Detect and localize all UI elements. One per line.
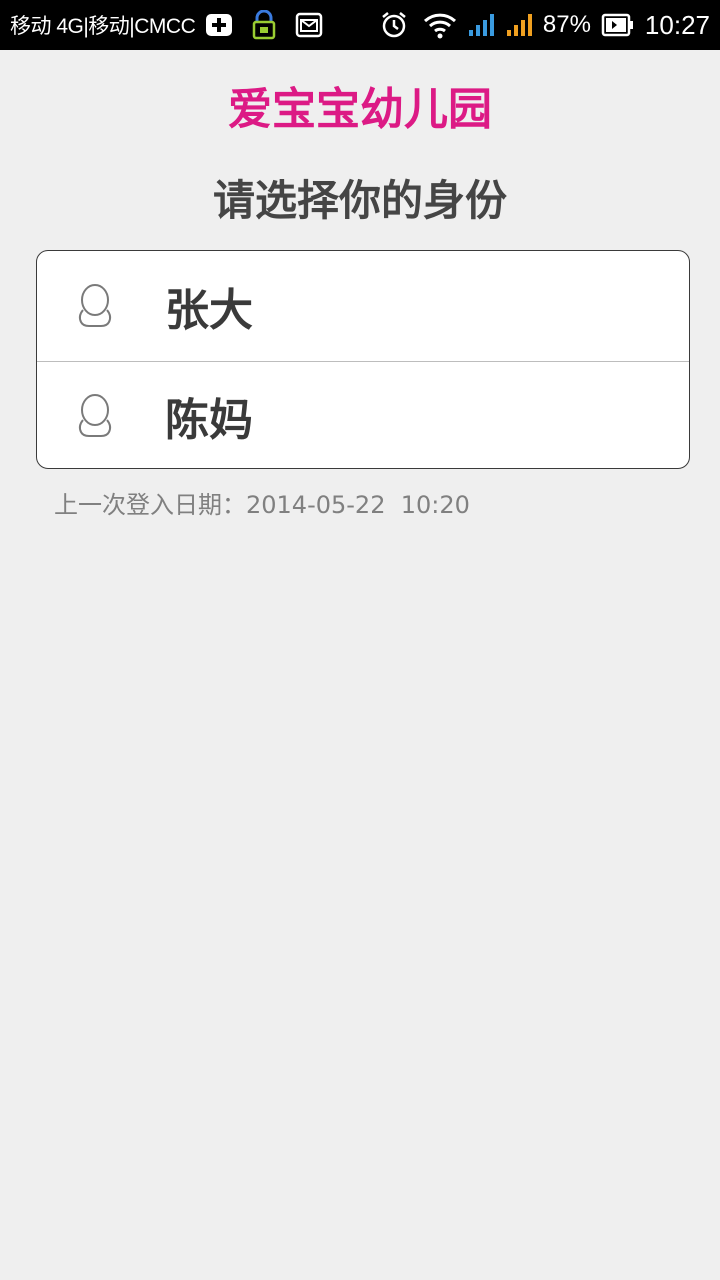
identity-list: 张大 陈妈 bbox=[36, 250, 690, 469]
user-icon bbox=[75, 393, 115, 439]
signal-icon bbox=[505, 12, 533, 38]
mail-icon bbox=[295, 12, 323, 38]
last-login-text: 上一次登入日期：2014-05-22 10:20 bbox=[54, 491, 470, 519]
battery-percent: 87% bbox=[542, 11, 591, 38]
carrier-label: 移动 4G|移动|CMCC bbox=[10, 15, 196, 38]
signal-icon bbox=[467, 12, 495, 38]
page-title: 请选择你的身份 bbox=[212, 176, 507, 225]
identity-item-zhangda[interactable]: 张大 bbox=[37, 251, 689, 361]
clock: 10:27 bbox=[644, 9, 710, 40]
alarm-icon bbox=[379, 10, 409, 40]
plus-icon bbox=[205, 13, 233, 37]
lock-icon bbox=[251, 10, 277, 40]
app-title: 爱宝宝幼儿园 bbox=[228, 84, 492, 135]
status-right: 87% 10:27 bbox=[379, 10, 710, 41]
identity-name: 张大 bbox=[165, 285, 253, 336]
battery-icon bbox=[601, 13, 635, 37]
identity-item-chenma[interactable]: 陈妈 bbox=[37, 361, 689, 468]
user-icon bbox=[75, 283, 115, 329]
status-bar: 移动 4G|移动|CMCC 87% 10:27 bbox=[0, 0, 720, 50]
identity-name: 陈妈 bbox=[165, 394, 253, 446]
wifi-icon bbox=[423, 11, 457, 39]
